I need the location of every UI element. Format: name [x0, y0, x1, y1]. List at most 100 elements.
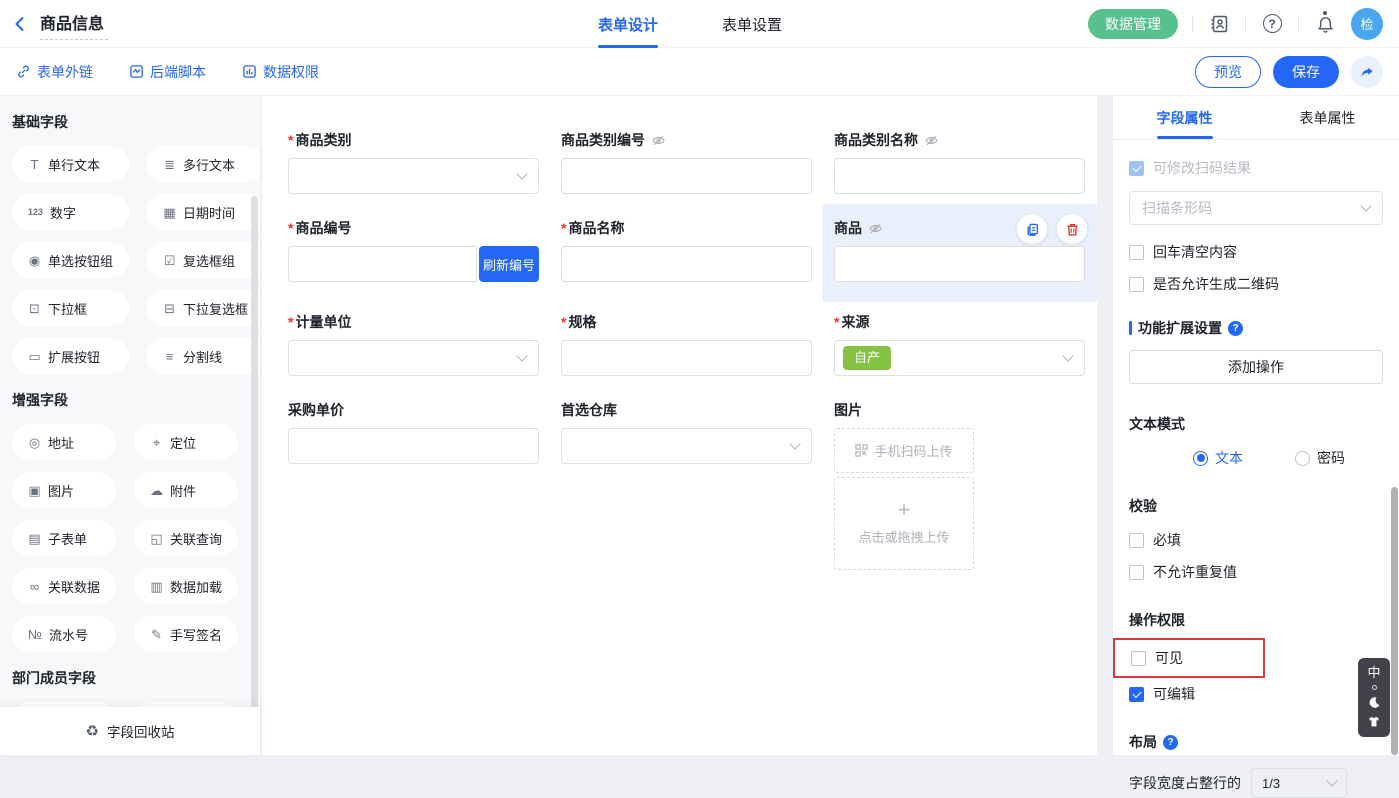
option-allow-qrcode[interactable]: 是否允许生成二维码	[1129, 274, 1383, 294]
field-product-selected[interactable]: 商品	[822, 204, 1097, 302]
option-editable[interactable]: 可编辑	[1129, 684, 1383, 704]
sidebar-item-relation-query[interactable]: ◱关联查询	[134, 520, 238, 556]
scan-barcode-select[interactable]: 扫描条形码	[1129, 191, 1383, 225]
option-no-duplicate[interactable]: 不允许重复值	[1129, 562, 1383, 582]
sidebar-item-relation-data[interactable]: ∞关联数据	[12, 568, 116, 604]
field-recycle-bin[interactable]: ♻ 字段回收站	[0, 707, 260, 755]
unit-select[interactable]	[288, 340, 539, 376]
moon-icon[interactable]	[1368, 696, 1381, 709]
sidebar-item-image[interactable]: ▣图片	[12, 472, 116, 508]
copy-field-button[interactable]	[1017, 214, 1047, 244]
product-input[interactable]	[834, 246, 1085, 282]
form-external-link[interactable]: 表单外链	[16, 62, 93, 82]
sidebar-item-subform[interactable]: ▤子表单	[12, 520, 116, 556]
source-select[interactable]: 自产	[834, 340, 1085, 376]
scan-upload-button[interactable]: 手机扫码上传	[834, 428, 974, 473]
option-required[interactable]: 必填	[1129, 530, 1383, 550]
checkbox-unchecked[interactable]	[1131, 651, 1146, 666]
field-product-name[interactable]: *商品名称	[561, 218, 812, 282]
user-avatar[interactable]: 检	[1351, 8, 1383, 40]
sidebar-item-address[interactable]: ◎地址	[12, 424, 116, 460]
sidebar-scrollbar[interactable]	[251, 196, 258, 755]
sidebar-item-checkbox-group[interactable]: ☑复选框组	[147, 242, 260, 278]
form-row: 采购单价 首选仓库 图片 手机扫码上传 + 点击或拖拽上传	[288, 400, 1097, 570]
contacts-book-icon[interactable]	[1207, 12, 1231, 36]
help-icon[interactable]: ?	[1228, 321, 1243, 336]
page-scrollbar[interactable]	[1391, 487, 1398, 755]
product-code-input[interactable]	[288, 246, 477, 282]
field-product-code[interactable]: *商品编号 刷新编号	[288, 218, 539, 282]
sidebar-item-single-text[interactable]: T单行文本	[12, 146, 129, 182]
field-width-select[interactable]: 1/3	[1251, 768, 1347, 798]
sidebar-item-multi-text[interactable]: ≣多行文本	[147, 146, 260, 182]
sidebar-item-data-load[interactable]: ▥数据加载	[134, 568, 238, 604]
preview-button[interactable]: 预览	[1195, 56, 1261, 88]
share-button[interactable]	[1351, 56, 1383, 88]
language-toggle[interactable]: 中	[1367, 666, 1380, 679]
spec-input[interactable]	[561, 340, 812, 376]
field-image[interactable]: 图片 手机扫码上传 + 点击或拖拽上传	[834, 400, 1085, 570]
sidebar-item-multi-dropdown[interactable]: ⊟下拉复选框	[147, 290, 260, 326]
tab-form-settings[interactable]: 表单设置	[722, 0, 782, 48]
sidebar-item-divider[interactable]: ≡分割线	[147, 338, 260, 374]
section-title-enhanced: 增强字段	[12, 390, 260, 410]
save-button[interactable]: 保存	[1273, 56, 1339, 88]
option-enter-clear[interactable]: 回车清空内容	[1129, 242, 1383, 262]
delete-field-button[interactable]	[1057, 214, 1087, 244]
checkbox-unchecked[interactable]	[1129, 565, 1144, 580]
product-name-input[interactable]	[561, 246, 812, 282]
field-category-name[interactable]: 商品类别名称	[834, 130, 1085, 194]
option-visible[interactable]: 可见	[1131, 648, 1253, 668]
sidebar-item-radio-group[interactable]: ◉单选按钮组	[12, 242, 129, 278]
sidebar-item-serial-number[interactable]: №流水号	[12, 616, 116, 652]
sidebar-item-dropdown[interactable]: ⊡下拉框	[12, 290, 129, 326]
tab-form-properties[interactable]: 表单属性	[1256, 96, 1399, 139]
option-label: 回车清空内容	[1153, 242, 1237, 262]
checkbox-checked[interactable]	[1129, 687, 1144, 702]
sidebar-item-datetime[interactable]: ▦日期时间	[147, 194, 260, 230]
notification-bell-icon[interactable]	[1313, 12, 1337, 36]
checkbox-unchecked[interactable]	[1129, 533, 1144, 548]
field-category[interactable]: *商品类别	[288, 130, 539, 194]
tab-field-properties[interactable]: 字段属性	[1113, 96, 1256, 139]
checkbox-checked-disabled[interactable]	[1129, 161, 1144, 176]
checkbox-unchecked[interactable]	[1129, 245, 1144, 260]
sidebar-item-label: 下拉复选框	[183, 299, 248, 318]
sidebar-item-number[interactable]: 123数字	[12, 194, 129, 230]
checkbox-unchecked[interactable]	[1129, 277, 1144, 292]
tab-form-design[interactable]: 表单设计	[598, 0, 658, 48]
drop-upload-area[interactable]: + 点击或拖拽上传	[834, 477, 974, 570]
sidebar-item-signature[interactable]: ✎手写签名	[134, 616, 238, 652]
radio-password-mode[interactable]: 密码	[1295, 448, 1345, 468]
backend-script-link[interactable]: 后端脚本	[129, 62, 206, 82]
purchase-price-input[interactable]	[288, 428, 539, 464]
sidebar-item-label: 手写签名	[170, 625, 222, 644]
option-editable-scan-result[interactable]: 可修改扫码结果	[1129, 158, 1383, 178]
help-icon[interactable]: ?	[1163, 735, 1178, 750]
data-manage-button[interactable]: 数据管理	[1088, 9, 1178, 39]
sidebar-item-location[interactable]: ⌖定位	[134, 424, 238, 460]
shirt-theme-icon[interactable]	[1367, 715, 1381, 728]
category-code-input[interactable]	[561, 158, 812, 194]
field-source[interactable]: *来源 自产	[834, 312, 1085, 376]
field-spec[interactable]: *规格	[561, 312, 812, 376]
page-title[interactable]: 商品信息	[40, 8, 108, 40]
field-warehouse[interactable]: 首选仓库	[561, 400, 812, 464]
refresh-code-button[interactable]: 刷新编号	[479, 246, 539, 282]
category-select[interactable]	[288, 158, 539, 194]
sidebar-item-extend-button[interactable]: ▭扩展按钮	[12, 338, 129, 374]
radio-text-mode[interactable]: 文本	[1193, 448, 1243, 468]
warehouse-select[interactable]	[561, 428, 812, 464]
back-button[interactable]	[0, 0, 40, 48]
data-permission-link[interactable]: 数据权限	[242, 62, 319, 82]
header-tabs: 表单设计 表单设置	[598, 0, 782, 48]
sidebar-item-attachment[interactable]: ☁附件	[134, 472, 238, 508]
add-action-button[interactable]: 添加操作	[1129, 350, 1383, 384]
help-icon[interactable]: ?	[1260, 12, 1284, 36]
category-name-input[interactable]	[834, 158, 1085, 194]
sidebar-item-label: 单行文本	[48, 155, 100, 174]
field-purchase-price[interactable]: 采购单价	[288, 400, 539, 464]
field-category-code[interactable]: 商品类别编号	[561, 130, 812, 194]
sidebar-item-label: 定位	[170, 433, 196, 452]
field-unit[interactable]: *计量单位	[288, 312, 539, 376]
